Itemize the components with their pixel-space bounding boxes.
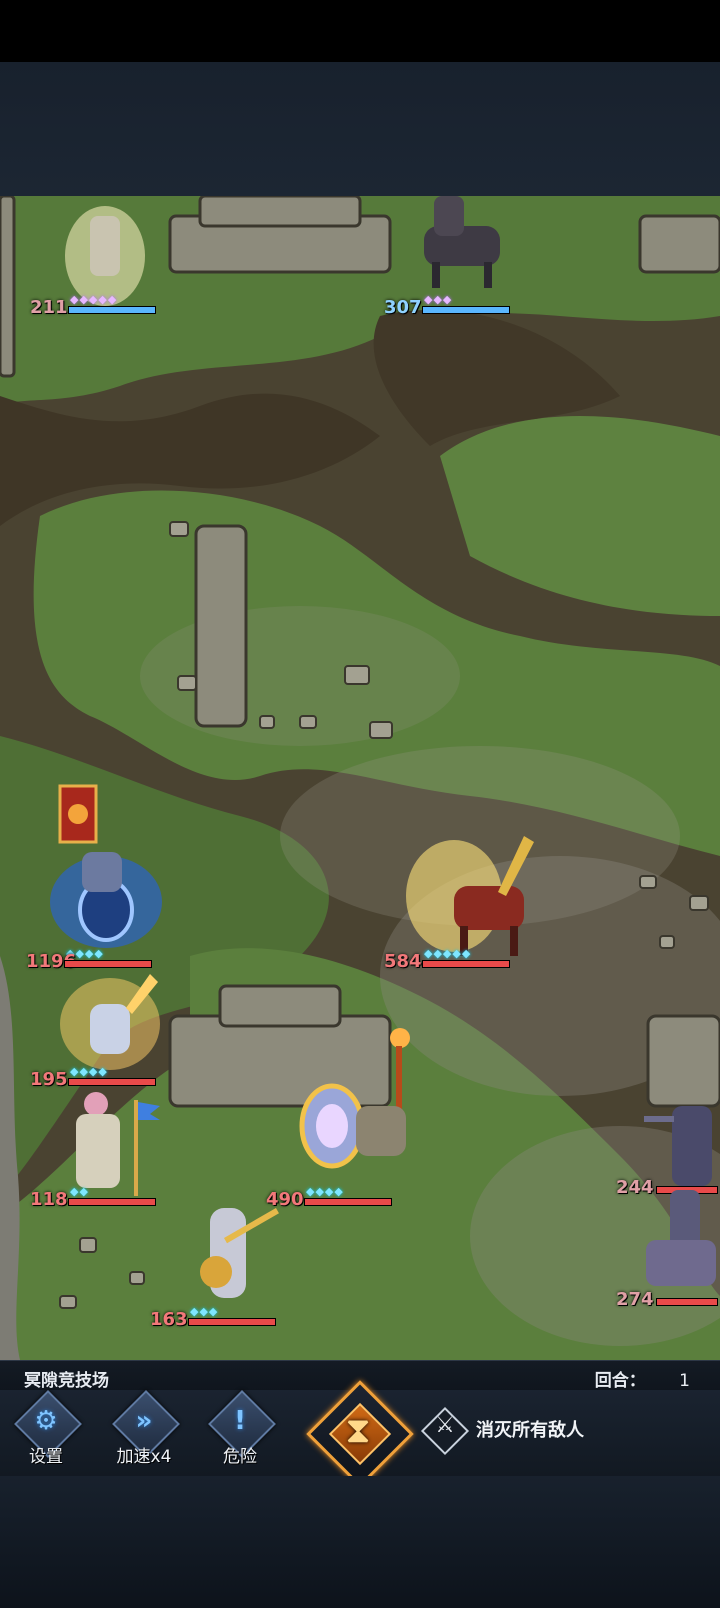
unit-hp-value: 163 <box>150 1309 188 1330</box>
battlefield[interactable]: ◆◆◆◆◆ 211 ◆◆◆ 307 ◆◆◆◆ 1196 ◆◆◆◆◆ 584 ◆◆… <box>0 196 720 1360</box>
archer-icon <box>65 206 145 306</box>
unit-hp-bar <box>422 960 510 968</box>
unit-star-gems: ◆◆◆◆ <box>70 1065 108 1078</box>
unit-hp-value: 195 <box>30 1069 68 1090</box>
unit-star-gems: ◆◆◆◆◆ <box>424 947 472 960</box>
ally-unit-mage[interactable]: ◆◆◆◆ 195 <box>30 974 180 1108</box>
shield-knight-icon <box>50 784 162 948</box>
bard-icon <box>200 1208 279 1298</box>
unit-hp-bar <box>68 306 156 314</box>
ally-unit-golden-cavalry[interactable]: ◆◆◆◆◆ 584 <box>384 836 534 990</box>
crossed-swords-icon: ⚔ <box>435 1413 455 1438</box>
top-letterbox <box>0 0 720 196</box>
settings-button[interactable]: ⚙ 设置 <box>10 1390 90 1474</box>
unit-hp-bar <box>64 960 152 968</box>
hourglass-icon: ⧗ <box>345 1410 371 1451</box>
unit-star-gems: ◆◆◆◆ <box>306 1185 344 1198</box>
bottom-letterbox <box>0 1476 720 1608</box>
unit-hp-value: 307 <box>384 297 422 318</box>
paladin-icon <box>299 1028 410 1169</box>
unit-hp-bar <box>656 1298 718 1306</box>
unit-star-gems: ◆◆ <box>70 1185 89 1198</box>
stage-name: 冥隙竞技场 <box>24 1371 109 1391</box>
ally-unit-bard[interactable]: ◆◆◆ 163 <box>150 1198 300 1348</box>
round-counter: 回合： 1 <box>595 1366 690 1391</box>
unit-star-gems: ◆◆◆◆◆ <box>70 293 118 306</box>
exclamation-icon: ! <box>234 1406 246 1436</box>
speed-button[interactable]: » 加速x4 <box>108 1390 188 1474</box>
battle-toolbar: ⚙ 设置 » 加速x4 ! 危险 ⧗ ⚔ 消灭所有敌人 <box>0 1380 720 1488</box>
danger-label: 危险 <box>223 1447 257 1467</box>
unit-hp-value: 274 <box>616 1289 654 1310</box>
settings-label: 设置 <box>29 1447 63 1467</box>
danger-button[interactable]: ! 危险 <box>204 1390 284 1474</box>
unit-hp-bar <box>422 306 510 314</box>
speed-label: 加速x4 <box>116 1447 172 1467</box>
cavalry-icon <box>424 196 500 288</box>
fast-forward-icon: » <box>135 1406 153 1436</box>
unit-hp-bar <box>68 1198 156 1206</box>
round-value: 1 <box>679 1371 690 1391</box>
unit-hp-value: 211 <box>30 297 68 318</box>
unit-hp-value: 584 <box>384 951 422 972</box>
ally-unit-knight[interactable]: ◆◆◆◆ 1196 <box>26 782 176 990</box>
hourglass-button[interactable]: ⧗ <box>306 1380 414 1488</box>
objective-text: 消灭所有敌人 <box>476 1420 584 1441</box>
priest-icon <box>76 1092 160 1196</box>
unit-hp-value: 118 <box>30 1189 68 1210</box>
gear-icon: ⚙ <box>34 1406 58 1436</box>
unit-hp-bar <box>188 1318 276 1326</box>
unit-hp-bar <box>304 1198 392 1206</box>
unit-star-gems: ◆◆◆ <box>190 1305 219 1318</box>
unit-hp-bar <box>68 1078 156 1086</box>
round-label: 回合： <box>594 1371 646 1391</box>
enemy-unit-archer[interactable]: ◆◆◆◆◆ 211 <box>30 196 180 336</box>
unit-star-gems: ◆◆◆ <box>424 293 453 306</box>
chariot-icon <box>646 1190 716 1286</box>
enemy-unit-cavalry[interactable]: ◆◆◆ 307 <box>384 196 534 336</box>
enemy-unit-chariot[interactable]: 274 <box>616 1190 720 1328</box>
